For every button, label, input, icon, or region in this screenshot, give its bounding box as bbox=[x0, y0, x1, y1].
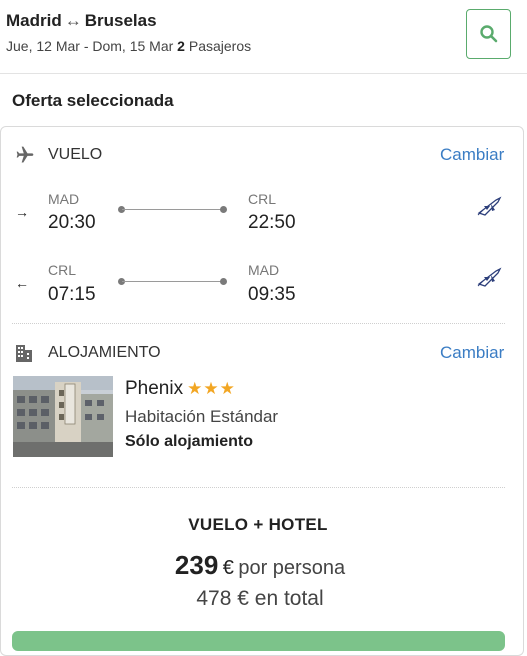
accommodation-section-title: ALOJAMIENTO bbox=[48, 344, 161, 361]
plane-icon bbox=[16, 146, 34, 163]
outbound-departure-time: 20:30 bbox=[48, 212, 96, 233]
passenger-label: Pasajeros bbox=[188, 38, 252, 54]
return-arrival-time: 09:35 bbox=[248, 284, 296, 305]
flight-section-title: VUELO bbox=[48, 146, 103, 163]
passenger-count: 2 bbox=[177, 38, 185, 54]
offer-title: Oferta seleccionada bbox=[12, 91, 174, 110]
search-summary-header: Madrid ↔ Bruselas Jue, 12 Mar - Dom, 15 Ma… bbox=[0, 0, 527, 74]
outbound-route-line bbox=[122, 209, 225, 210]
room-type: Habitación Estándar bbox=[125, 407, 279, 426]
return-departure-time: 07:15 bbox=[48, 284, 96, 305]
route-title: Madrid ↔ Bruselas bbox=[6, 11, 157, 31]
round-trip-arrow-icon: ↔ bbox=[64, 11, 82, 30]
airline-logo-icon bbox=[477, 267, 502, 287]
price-total-label: en total bbox=[254, 587, 324, 610]
outbound-arrival-time: 22:50 bbox=[248, 212, 296, 233]
origin-city: Madrid bbox=[6, 11, 62, 30]
hotel-name[interactable]: Phenix ★★★ bbox=[125, 378, 236, 400]
outbound-origin-code: MAD bbox=[48, 191, 80, 207]
search-button[interactable] bbox=[466, 9, 511, 59]
return-direction-icon: ← bbox=[15, 275, 29, 291]
outbound-end-dot bbox=[220, 206, 227, 213]
price-per-person-currency: € bbox=[222, 557, 234, 579]
change-flight-link[interactable]: Cambiar bbox=[440, 145, 504, 165]
destination-city: Bruselas bbox=[84, 11, 157, 30]
trip-dates: Jue, 12 Mar - Dom, 15 Mar bbox=[6, 38, 174, 54]
change-hotel-link[interactable]: Cambiar bbox=[440, 343, 504, 363]
outbound-destination-code: CRL bbox=[248, 191, 277, 207]
return-origin-code: CRL bbox=[48, 262, 77, 278]
airline-logo-icon bbox=[477, 196, 502, 216]
outbound-direction-icon: → bbox=[15, 204, 29, 220]
price-total: 478 € en total bbox=[0, 587, 520, 611]
return-end-dot bbox=[220, 278, 227, 285]
package-title: VUELO + HOTEL bbox=[188, 515, 328, 534]
price-per-person: 239 € por persona bbox=[0, 550, 520, 581]
board-type: Sólo alojamiento bbox=[125, 433, 254, 450]
section-divider bbox=[12, 487, 505, 488]
star-rating-icon: ★★★ bbox=[187, 379, 236, 398]
price-per-person-amount: 239 bbox=[174, 550, 219, 580]
section-divider bbox=[12, 323, 505, 324]
search-icon bbox=[480, 25, 498, 43]
price-total-currency: € bbox=[237, 587, 249, 610]
building-icon bbox=[16, 345, 32, 362]
return-route-line bbox=[122, 281, 225, 282]
hotel-photo[interactable] bbox=[13, 376, 113, 457]
trip-dates-passengers: Jue, 12 Mar - Dom, 15 Mar 2 Pasajeros bbox=[6, 38, 251, 54]
continue-button[interactable] bbox=[12, 631, 505, 651]
return-destination-code: MAD bbox=[248, 262, 280, 278]
price-total-amount: 478 bbox=[196, 587, 232, 610]
price-per-person-label: por persona bbox=[238, 557, 346, 579]
hotel-name-text: Phenix bbox=[125, 378, 184, 399]
